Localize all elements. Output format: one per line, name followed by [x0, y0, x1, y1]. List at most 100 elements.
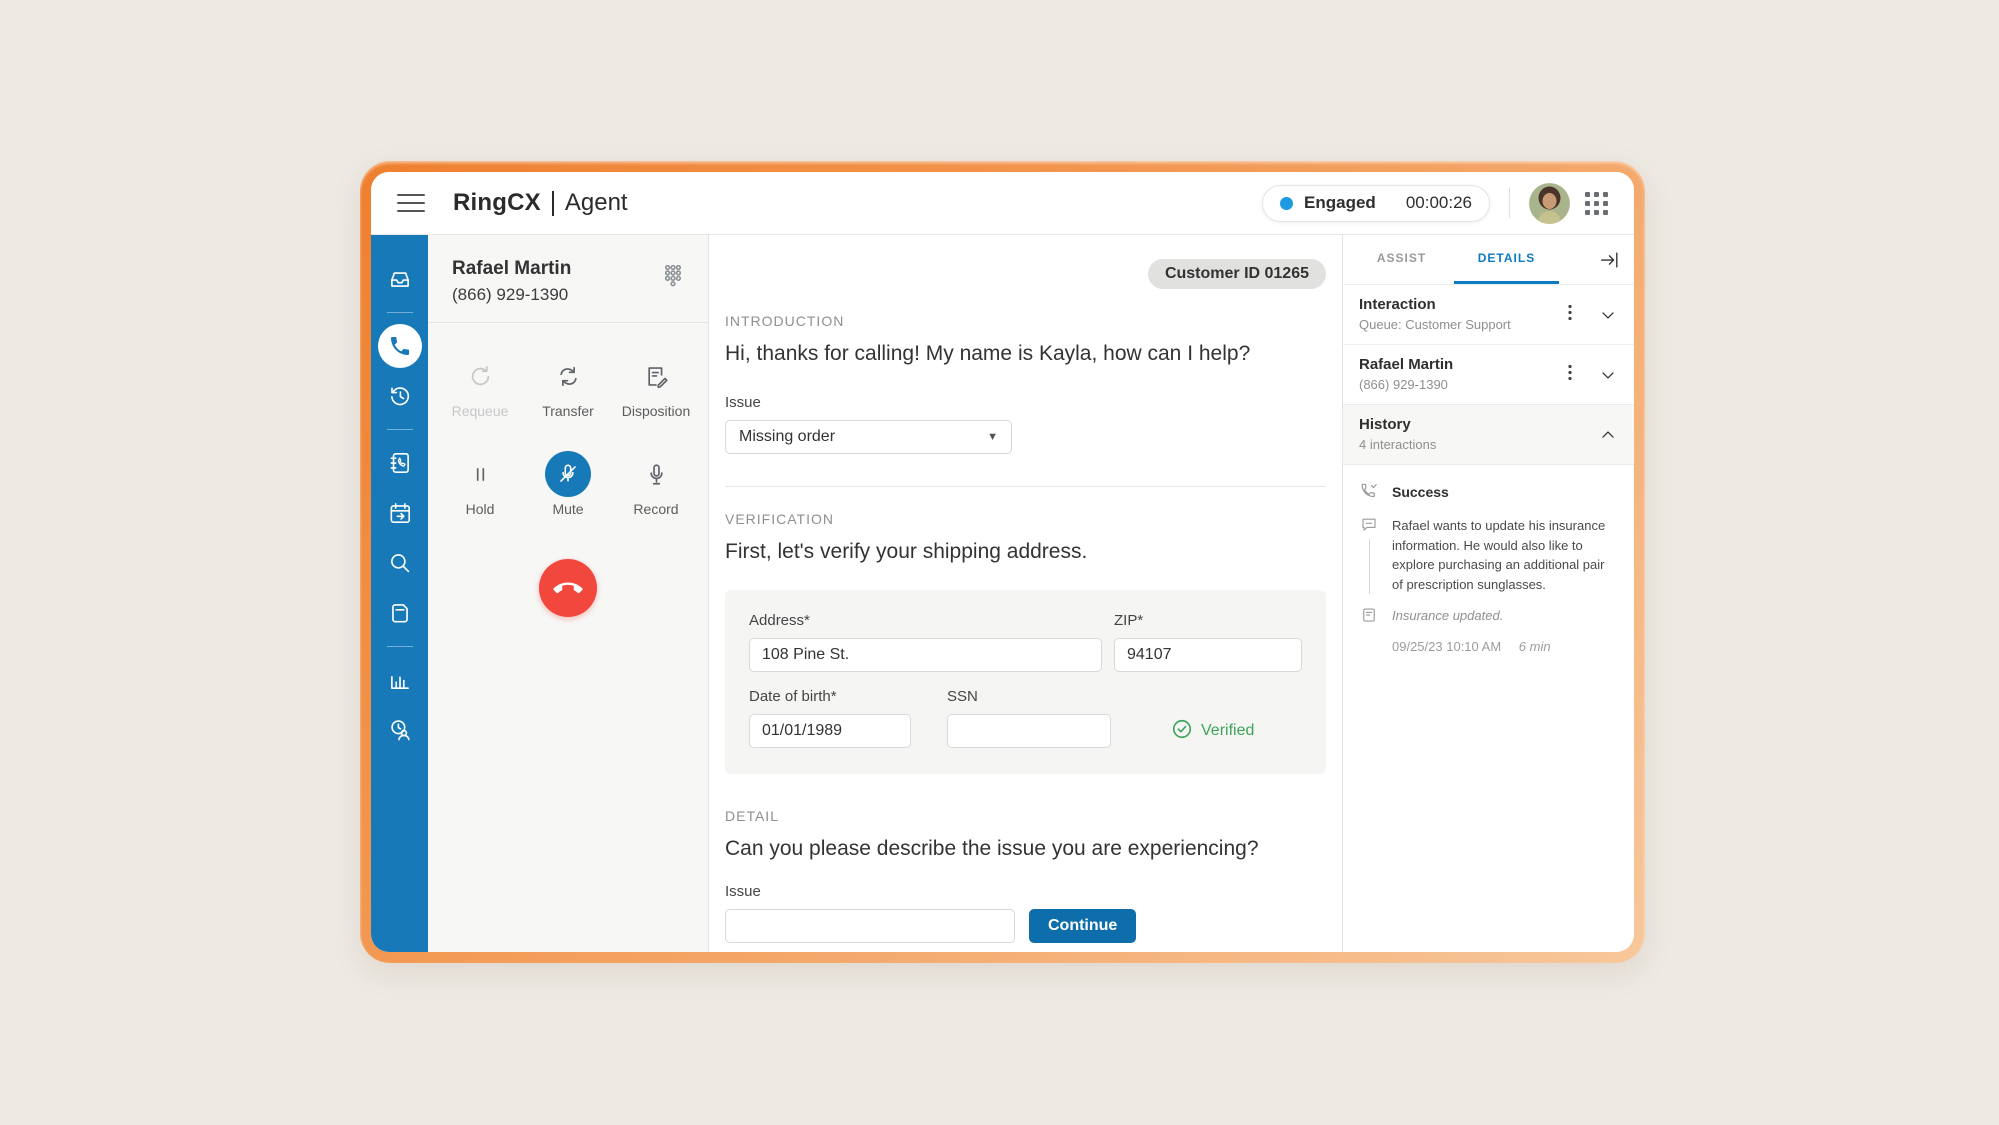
address-input[interactable]	[749, 638, 1102, 672]
sidebar-item-history[interactable]	[378, 374, 422, 418]
hold-label: Hold	[466, 501, 495, 517]
disposition-label: Disposition	[622, 403, 690, 419]
collapse-panel-icon[interactable]	[1598, 235, 1620, 284]
history-count: 4 interactions	[1359, 437, 1618, 452]
sidebar-item-search[interactable]	[378, 541, 422, 585]
detail-section-label: DETAIL	[725, 808, 1326, 824]
transfer-icon	[555, 353, 582, 399]
tab-assist[interactable]: ASSIST	[1349, 235, 1454, 284]
mute-label: Mute	[552, 501, 583, 517]
sidebar-item-analytics[interactable]	[378, 658, 422, 702]
interaction-chevron-down-icon[interactable]	[1598, 305, 1618, 325]
detail-issue-row: Continue	[725, 909, 1326, 943]
dob-label: Date of birth*	[749, 688, 911, 705]
mute-icon	[545, 451, 591, 497]
app-window: RingCX Agent Engaged 00:00:26	[371, 172, 1634, 952]
history-section-header[interactable]: History 4 interactions	[1343, 404, 1634, 465]
sidebar-item-inbox[interactable]	[378, 257, 422, 301]
device-frame: RingCX Agent Engaged 00:00:26	[360, 161, 1645, 963]
apps-grid-icon[interactable]	[1585, 192, 1608, 215]
contact-section-name: Rafael Martin	[1359, 356, 1618, 373]
app-body: Rafael Martin (866) 929-1390	[371, 235, 1634, 952]
issue-select[interactable]: Missing order ▼	[725, 420, 1012, 454]
contact-kebab-icon[interactable]	[1562, 363, 1578, 386]
app-header: RingCX Agent Engaged 00:00:26	[371, 172, 1634, 235]
tab-details[interactable]: DETAILS	[1454, 235, 1559, 284]
avatar-image	[1529, 183, 1570, 224]
mute-button[interactable]: Mute	[524, 451, 612, 517]
sidebar-item-agent-status[interactable]	[378, 708, 422, 752]
sidebar-item-notes[interactable]	[378, 591, 422, 635]
transfer-label: Transfer	[542, 403, 594, 419]
ssn-label: SSN	[947, 688, 1111, 705]
avatar[interactable]	[1529, 183, 1570, 224]
header-right: Engaged 00:00:26	[1262, 183, 1608, 224]
select-caret-icon: ▼	[987, 431, 998, 443]
hold-icon	[467, 451, 494, 497]
detail-script: Can you please describe the issue you ar…	[725, 837, 1326, 861]
sidebar-item-schedule[interactable]	[378, 491, 422, 535]
zip-label: ZIP*	[1114, 612, 1302, 629]
verification-script: First, let's verify your shipping addres…	[725, 540, 1326, 564]
call-panel: Rafael Martin (866) 929-1390	[428, 235, 709, 952]
agent-clock-icon	[387, 717, 413, 743]
introduction-script: Hi, thanks for calling! My name is Kayla…	[725, 342, 1326, 366]
ssn-input[interactable]	[947, 714, 1111, 748]
contact-chevron-down-icon[interactable]	[1598, 365, 1618, 385]
status-dot-icon	[1280, 197, 1293, 210]
timeline-line	[1369, 539, 1370, 594]
disposition-icon	[643, 353, 670, 399]
history-note-row: Insurance updated.	[1358, 606, 1618, 624]
app-mode: Agent	[565, 189, 628, 217]
disposition-button[interactable]: Disposition	[612, 353, 700, 419]
customer-id-badge: Customer ID 01265	[1148, 259, 1326, 289]
sidebar-divider	[387, 646, 413, 647]
right-panel-tabs: ASSIST DETAILS	[1343, 235, 1634, 284]
agent-status-pill[interactable]: Engaged 00:00:26	[1262, 185, 1490, 222]
contact-section-phone: (866) 929-1390	[1359, 377, 1618, 392]
document-icon	[387, 600, 413, 626]
detail-issue-label: Issue	[725, 883, 1326, 900]
history-result-row: Success	[1358, 482, 1618, 501]
hangup-button[interactable]	[539, 559, 597, 617]
address-label: Address*	[749, 612, 1102, 629]
dob-input[interactable]	[749, 714, 911, 748]
contacts-book-icon	[387, 450, 413, 476]
verification-card: Address* ZIP* Date of birth*	[725, 590, 1326, 774]
section-divider	[725, 486, 1326, 487]
history-summary-row: Rafael wants to update his insurance inf…	[1358, 515, 1618, 594]
call-controls: Requeue Transfer	[428, 353, 708, 517]
status-label: Engaged	[1304, 193, 1376, 213]
call-success-icon	[1358, 482, 1380, 501]
logo-separator	[552, 191, 554, 216]
sidebar-item-calls[interactable]	[378, 324, 422, 368]
main-content: Customer ID 01265 INTRODUCTION Hi, thank…	[709, 235, 1342, 952]
call-contact-header: Rafael Martin (866) 929-1390	[428, 235, 708, 323]
verified-status: Verified	[1171, 688, 1254, 748]
record-icon	[643, 451, 670, 497]
zip-input[interactable]	[1114, 638, 1302, 672]
phone-icon	[388, 334, 412, 358]
dialpad-icon[interactable]	[660, 261, 686, 287]
history-chevron-up-icon[interactable]	[1598, 425, 1618, 445]
issue-select-label: Issue	[725, 394, 1326, 411]
transfer-button[interactable]: Transfer	[524, 353, 612, 419]
history-result: Success	[1392, 482, 1618, 500]
interaction-section: Interaction Queue: Customer Support	[1343, 284, 1634, 344]
history-title: History	[1359, 416, 1618, 433]
interaction-queue: Queue: Customer Support	[1359, 317, 1618, 332]
hold-button[interactable]: Hold	[436, 451, 524, 517]
sidebar-divider	[387, 312, 413, 313]
detail-issue-input[interactable]	[725, 909, 1015, 943]
history-clock-icon	[387, 383, 413, 409]
requeue-button[interactable]: Requeue	[436, 353, 524, 419]
sidebar-item-contacts[interactable]	[378, 441, 422, 485]
interaction-kebab-icon[interactable]	[1562, 303, 1578, 326]
verification-section-label: VERIFICATION	[725, 511, 1326, 527]
history-timeline: Success Rafael wants to update his insur…	[1343, 465, 1634, 654]
continue-button[interactable]: Continue	[1029, 909, 1136, 943]
hamburger-menu-icon[interactable]	[397, 194, 425, 212]
record-button[interactable]: Record	[612, 451, 700, 517]
right-panel: ASSIST DETAILS Interaction Queue: Custom…	[1342, 235, 1634, 952]
verified-label: Verified	[1201, 722, 1254, 740]
